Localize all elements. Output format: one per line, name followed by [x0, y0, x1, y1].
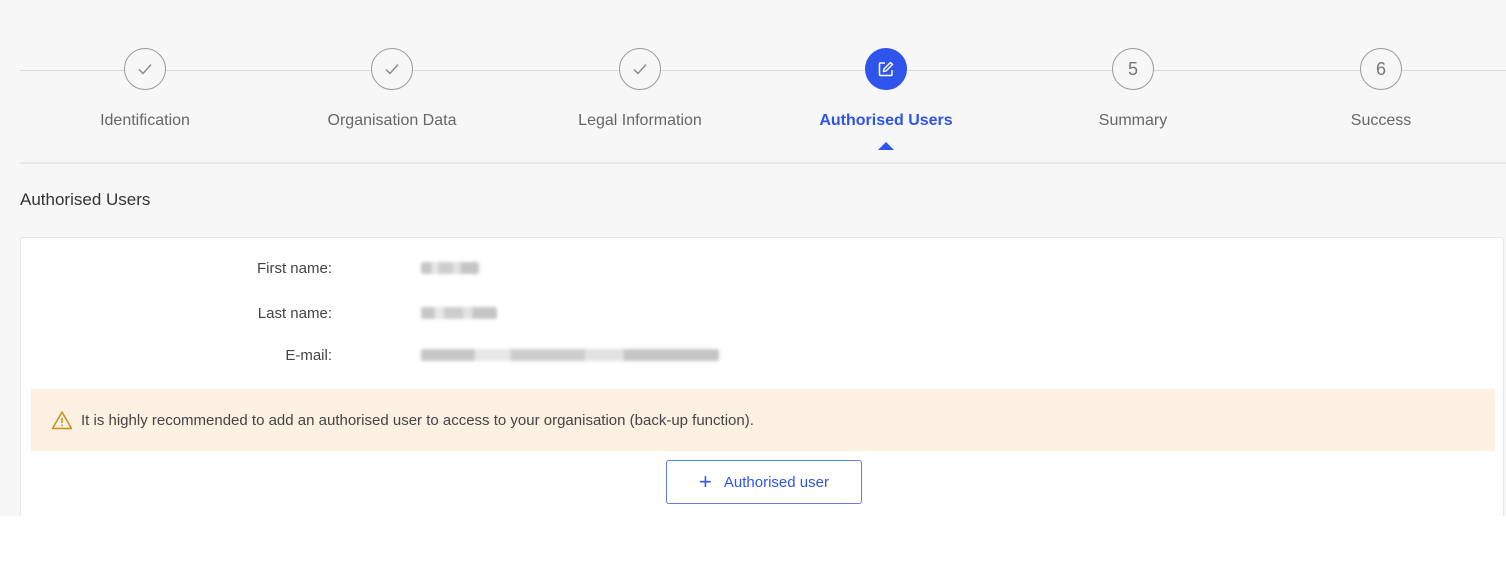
last-name-value-redacted: [421, 307, 497, 319]
warning-icon: [51, 411, 73, 430]
step-summary[interactable]: 5 Summary: [1013, 48, 1253, 130]
active-step-indicator: [878, 142, 894, 150]
step-label: Identification: [100, 112, 190, 129]
email-value-redacted: [421, 349, 719, 361]
step-success[interactable]: 6 Success: [1261, 48, 1501, 130]
step-label: Authorised Users: [819, 112, 953, 129]
stepper-divider: [20, 162, 1506, 164]
email-label: E-mail:: [285, 347, 332, 364]
step-number: 5: [1112, 48, 1154, 90]
plus-icon: +: [699, 469, 712, 494]
progress-stepper: Identification Organisation Data Legal I…: [20, 0, 1506, 165]
step-label: Summary: [1098, 112, 1168, 129]
last-name-label: Last name:: [257, 305, 332, 322]
step-organisation-data[interactable]: Organisation Data: [272, 48, 512, 130]
check-icon: [371, 48, 413, 90]
check-icon: [619, 48, 661, 90]
step-legal-information[interactable]: Legal Information: [520, 48, 760, 130]
step-label: Success: [1350, 112, 1412, 129]
step-authorised-users[interactable]: Authorised Users: [766, 48, 1006, 150]
step-identification[interactable]: Identification: [25, 48, 265, 130]
recommendation-alert: It is highly recommended to add an autho…: [31, 389, 1495, 451]
authorised-user-card: First name: Last name: E-mail: It is hig…: [20, 237, 1504, 516]
edit-icon: [865, 48, 907, 90]
add-button-label: Authorised user: [723, 473, 829, 491]
first-name-value-redacted: [421, 262, 479, 274]
first-name-label: First name:: [256, 260, 332, 277]
check-icon: [124, 48, 166, 90]
alert-text: It is highly recommended to add an autho…: [81, 411, 754, 429]
add-authorised-user-button[interactable]: + Authorised user: [666, 460, 862, 504]
step-label: Organisation Data: [327, 112, 457, 129]
section-title: Authorised Users: [20, 190, 151, 209]
step-number: 6: [1360, 48, 1402, 90]
step-label: Legal Information: [578, 112, 702, 129]
